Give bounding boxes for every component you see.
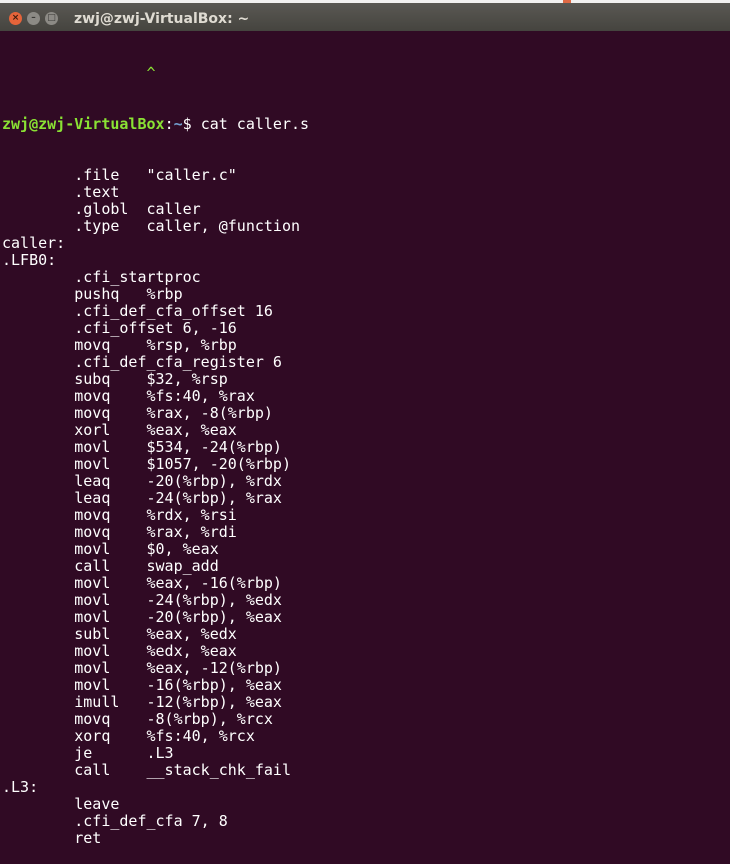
previous-output-line: ^	[2, 64, 156, 82]
output-line: je .L3	[2, 744, 174, 762]
output-line: movq %rdx, %rsi	[2, 506, 237, 524]
output-line: .cfi_startproc	[2, 268, 201, 286]
output-line: movl $534, -24(%rbp)	[2, 438, 282, 456]
output-line: .cfi_def_cfa 7, 8	[2, 812, 228, 830]
output-line: subl %eax, %edx	[2, 625, 237, 643]
close-icon: ×	[11, 13, 20, 23]
output-line: .text	[2, 183, 120, 201]
output-line: movl %eax, -12(%rbp)	[2, 659, 282, 677]
output-line: leaq -20(%rbp), %rdx	[2, 472, 282, 490]
output-line: caller:	[2, 234, 66, 252]
title-bar[interactable]: × – □ zwj@zwj-VirtualBox: ~	[0, 3, 730, 31]
prompt-path: ~	[173, 115, 183, 133]
output-line: movq %fs:40, %rax	[2, 387, 255, 405]
maximize-icon: □	[47, 13, 56, 23]
output-line: call swap_add	[2, 557, 219, 575]
output-line: movl -20(%rbp), %eax	[2, 608, 282, 626]
maximize-button[interactable]: □	[45, 12, 58, 25]
output-line: movl $0, %eax	[2, 540, 219, 558]
minimize-icon: –	[31, 13, 36, 23]
output-line: .L3:	[2, 778, 39, 796]
output-line: movl %eax, -16(%rbp)	[2, 574, 282, 592]
command-text: cat caller.s	[200, 115, 310, 133]
terminal-output[interactable]: ^ zwj@zwj-VirtualBox:~$ cat caller.s .fi…	[2, 31, 730, 847]
prompt-user-host: zwj@zwj-VirtualBox	[2, 115, 165, 133]
close-button[interactable]: ×	[9, 12, 22, 25]
output-line: movl -16(%rbp), %eax	[2, 676, 282, 694]
output-line: ret	[2, 829, 102, 847]
output-line: movl $1057, -20(%rbp)	[2, 455, 291, 473]
output-line: imull -12(%rbp), %eax	[2, 693, 282, 711]
output-line: movq -8(%rbp), %rcx	[2, 710, 273, 728]
output-line: movl %edx, %eax	[2, 642, 237, 660]
output-line: .file "caller.c"	[2, 166, 237, 184]
output-line: movq %rax, -8(%rbp)	[2, 404, 273, 422]
output-line: .globl caller	[2, 200, 201, 218]
minimize-button[interactable]: –	[27, 12, 40, 25]
prompt-separator: :	[164, 115, 174, 133]
output-line: .type caller, @function	[2, 217, 301, 235]
output-line: .LFB0:	[2, 251, 57, 269]
output-line: leaq -24(%rbp), %rax	[2, 489, 282, 507]
window-title: zwj@zwj-VirtualBox: ~	[74, 11, 250, 27]
output-line: movq %rax, %rdi	[2, 523, 237, 541]
prompt-line: zwj@zwj-VirtualBox:~$ cat caller.s	[2, 116, 730, 133]
output-line: movq %rsp, %rbp	[2, 336, 237, 354]
output-line: pushq %rbp	[2, 285, 183, 303]
prompt-symbol: $	[182, 115, 201, 133]
output-line: subq $32, %rsp	[2, 370, 228, 388]
output-line: xorl %eax, %eax	[2, 421, 237, 439]
output-line: leave	[2, 795, 120, 813]
output-line: xorq %fs:40, %rcx	[2, 727, 255, 745]
output-line: .cfi_def_cfa_offset 16	[2, 302, 273, 320]
output-line: movl -24(%rbp), %edx	[2, 591, 282, 609]
output-line: .cfi_def_cfa_register 6	[2, 353, 282, 371]
output-line: call __stack_chk_fail	[2, 761, 291, 779]
output-line: .cfi_offset 6, -16	[2, 319, 237, 337]
